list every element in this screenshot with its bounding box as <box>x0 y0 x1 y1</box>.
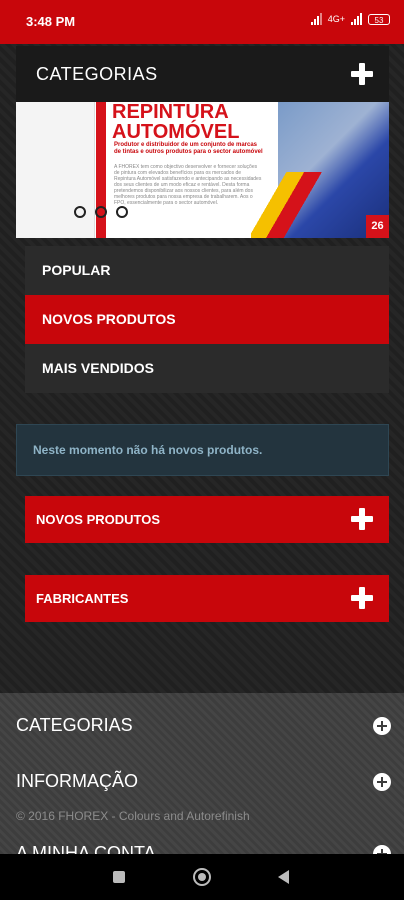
back-icon[interactable] <box>278 870 289 884</box>
tab-novos-produtos[interactable]: NOVOS PRODUTOS <box>25 295 389 344</box>
panel-novos-produtos[interactable]: NOVOS PRODUTOS <box>25 496 389 543</box>
footer-item-informacao[interactable]: INFORMAÇÃO <box>16 771 138 792</box>
slider-dot-3[interactable] <box>116 206 128 218</box>
expand-icon[interactable] <box>373 773 391 791</box>
expand-icon[interactable] <box>373 717 391 735</box>
footer-item-label: CATEGORIAS <box>16 715 133 735</box>
tab-mais-vendidos[interactable]: MAIS VENDIDOS <box>25 344 389 393</box>
copyright: © 2016 FHOREX - Colours and Autorefinish <box>16 809 250 823</box>
slider-dots <box>74 206 128 218</box>
banner-body: A FHOREX tem como objectivo desenvolver … <box>114 164 262 206</box>
banner-title: REPINTURA AUTOMÓVEL <box>112 102 239 142</box>
panel-label: NOVOS PRODUTOS <box>36 512 161 527</box>
status-time: 3:48 PM <box>26 14 76 29</box>
battery-icon: 53 <box>368 13 390 25</box>
status-bar: 3:48 PM 4G+ 53 <box>0 0 404 44</box>
home-icon[interactable] <box>193 868 211 886</box>
status-icons: 4G+ 53 <box>310 13 390 25</box>
categories-header[interactable]: CATEGORIAS <box>16 46 389 102</box>
recents-icon[interactable] <box>113 871 125 883</box>
slider-dot-2[interactable] <box>95 206 107 218</box>
tab-popular[interactable]: POPULAR <box>25 246 389 295</box>
no-products-notice: Neste momento não há novos produtos. <box>16 424 389 476</box>
footer: CATEGORIAS INFORMAÇÃO © 2016 FHOREX - Co… <box>0 693 404 863</box>
banner-title-line2: AUTOMÓVEL <box>112 121 240 143</box>
banner-slider[interactable]: REPINTURA AUTOMÓVEL Produtor e distribui… <box>16 102 389 238</box>
panel-label: FABRICANTES <box>36 591 129 606</box>
system-nav-bar <box>0 854 404 900</box>
footer-item-categorias[interactable]: CATEGORIAS <box>16 715 133 736</box>
signal-icon-2 <box>351 13 362 25</box>
signal-icon <box>310 13 322 25</box>
plus-icon[interactable] <box>351 587 373 609</box>
plus-icon[interactable] <box>351 508 373 530</box>
banner-title-line1: REPINTURA <box>112 102 229 123</box>
banner-subtitle: Produtor e distribuidor de um conjunto d… <box>114 142 263 155</box>
notice-text: Neste momento não há novos produtos. <box>33 443 263 457</box>
categories-title: CATEGORIAS <box>36 64 158 84</box>
footer-item-label: INFORMAÇÃO <box>16 771 139 791</box>
banner-badge: 26 <box>366 215 389 238</box>
slider-dot-1[interactable] <box>74 206 86 218</box>
banner-stripe <box>251 172 331 238</box>
plus-icon[interactable] <box>351 63 373 85</box>
network-type: 4G+ <box>327 14 345 24</box>
panel-fabricantes[interactable]: FABRICANTES <box>25 575 389 622</box>
